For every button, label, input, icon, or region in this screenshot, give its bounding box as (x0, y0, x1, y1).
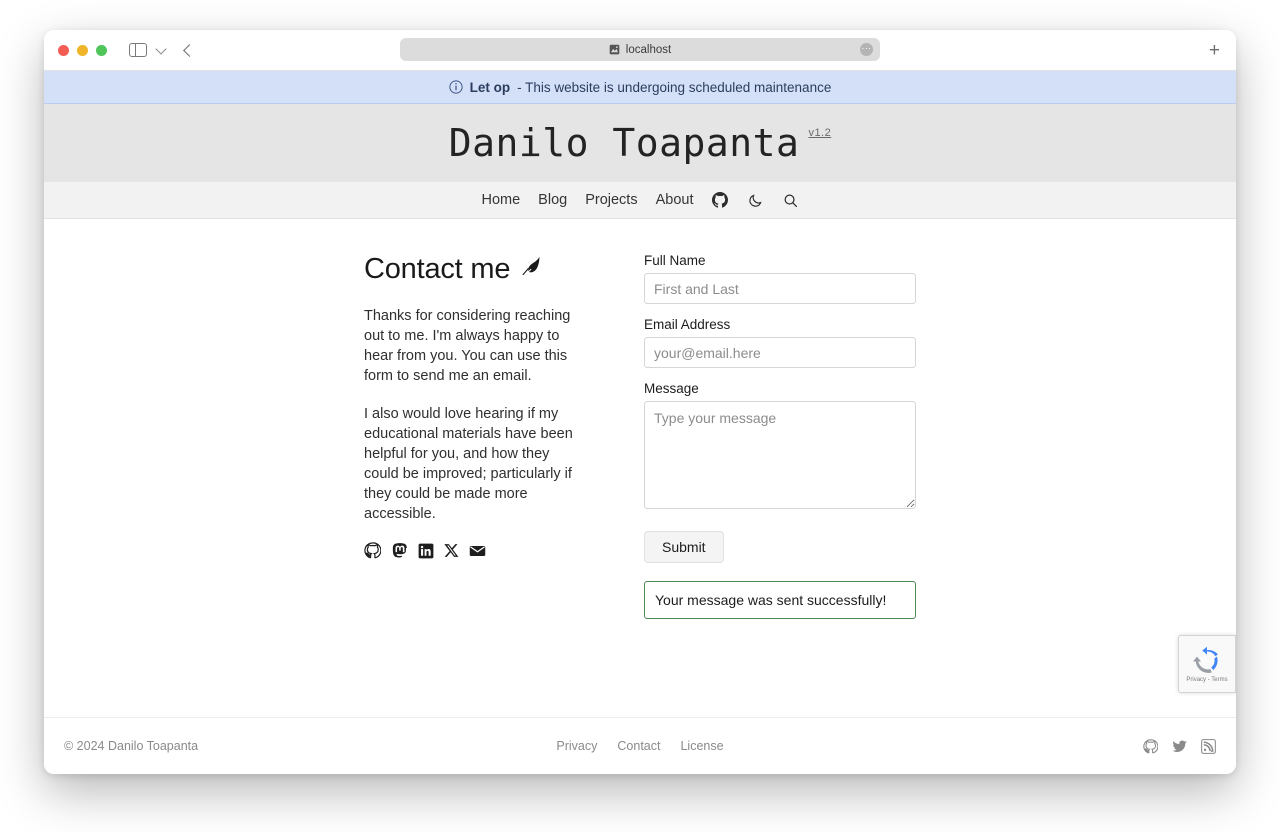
maximize-window-button[interactable] (96, 44, 107, 56)
quill-feather-icon (519, 253, 543, 286)
page-viewport: Let op - This website is undergoing sche… (44, 71, 1236, 774)
full-name-label: Full Name (644, 253, 706, 268)
intro-column: Contact me Thanks for considering reachi… (364, 253, 586, 559)
nav-item-blog[interactable]: Blog (538, 192, 567, 208)
recaptcha-logo-icon (1192, 646, 1218, 673)
chevron-down-icon[interactable] (155, 42, 167, 55)
email-label: Email Address (644, 317, 731, 332)
maintenance-banner: Let op - This website is undergoing sche… (44, 71, 1236, 104)
recaptcha-terms-text[interactable]: Privacy - Terms (1186, 677, 1227, 683)
page-title-text: Contact me (364, 253, 511, 285)
site-navigation: Home Blog Projects About (44, 182, 1236, 219)
github-icon[interactable] (364, 542, 381, 559)
full-name-field-group: Full Name (644, 253, 916, 304)
sidebar-toggle-icon[interactable] (129, 43, 147, 57)
banner-title: Let op (469, 79, 511, 95)
content-columns: Contact me Thanks for considering reachi… (364, 253, 916, 619)
site-header: Danilo Toapanta v1.2 (44, 104, 1236, 182)
full-name-input[interactable] (644, 273, 916, 304)
footer-link-privacy[interactable]: Privacy (556, 739, 597, 753)
close-window-button[interactable] (58, 44, 69, 56)
nav-item-projects[interactable]: Projects (585, 192, 637, 208)
x-twitter-icon[interactable] (444, 543, 459, 558)
window-traffic-lights (58, 44, 107, 56)
address-bar[interactable]: localhost ··· (400, 38, 880, 61)
success-alert: Your message was sent successfully! (644, 581, 916, 619)
main-content: Contact me Thanks for considering reachi… (44, 219, 1236, 717)
submit-button[interactable]: Submit (644, 531, 724, 563)
browser-chrome-controls (129, 42, 196, 57)
email-field-group: Email Address (644, 317, 916, 368)
mastodon-icon[interactable] (391, 542, 408, 559)
social-links-row (364, 542, 586, 559)
intro-paragraph-2: I also would love hearing if my educatio… (364, 406, 573, 522)
page-title: Contact me (364, 253, 586, 286)
page-settings-icon[interactable]: ··· (860, 43, 873, 56)
search-icon[interactable] (782, 192, 799, 209)
rss-feed-icon[interactable] (1201, 738, 1216, 754)
footer-link-license[interactable]: License (680, 739, 723, 753)
nav-item-about[interactable]: About (656, 192, 694, 208)
twitter-icon[interactable] (1172, 739, 1187, 754)
intro-paragraph-1: Thanks for considering reaching out to m… (364, 308, 571, 384)
moon-dark-mode-icon[interactable] (747, 192, 764, 209)
message-label: Message (644, 381, 699, 396)
github-icon[interactable] (1143, 738, 1158, 754)
contact-form: Full Name Email Address Message Submit (644, 253, 916, 619)
nav-item-home[interactable]: Home (481, 192, 520, 208)
browser-titlebar: localhost ··· + (44, 30, 1236, 71)
back-navigation-icon[interactable] (183, 43, 196, 57)
email-envelope-icon[interactable] (469, 542, 486, 559)
footer-social-icons (1143, 738, 1216, 754)
email-input[interactable] (644, 337, 916, 368)
footer-links: Privacy Contact License (44, 739, 1236, 753)
site-version-badge[interactable]: v1.2 (808, 127, 831, 139)
screen: localhost ··· + Let op - This website is… (0, 0, 1280, 832)
github-icon[interactable] (712, 192, 729, 209)
info-circle-icon (449, 80, 463, 94)
footer-copyright: © 2024 Danilo Toapanta (64, 739, 199, 753)
new-tab-button[interactable]: + (1209, 41, 1220, 60)
browser-window: localhost ··· + Let op - This website is… (44, 30, 1236, 774)
site-footer: © 2024 Danilo Toapanta Privacy Contact L… (44, 717, 1236, 774)
recaptcha-badge[interactable]: Privacy - Terms (1178, 635, 1236, 693)
minimize-window-button[interactable] (77, 44, 88, 56)
message-field-group: Message (644, 381, 916, 509)
site-title: Danilo Toapanta v1.2 (449, 121, 831, 165)
linkedin-icon[interactable] (418, 543, 434, 559)
site-favicon (609, 44, 620, 55)
address-bar-url: localhost (625, 43, 672, 56)
message-textarea[interactable] (644, 401, 916, 509)
site-title-text: Danilo Toapanta (448, 121, 800, 165)
footer-link-contact[interactable]: Contact (617, 739, 660, 753)
banner-message: - This website is undergoing scheduled m… (517, 79, 832, 95)
